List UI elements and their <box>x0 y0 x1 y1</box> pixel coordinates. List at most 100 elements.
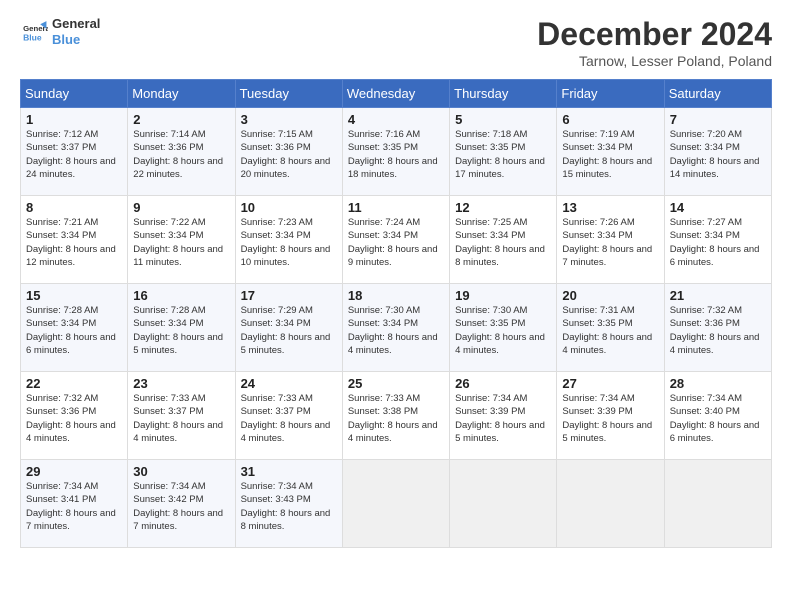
calendar-cell: 29Sunrise: 7:34 AMSunset: 3:41 PMDayligh… <box>21 460 128 548</box>
calendar-cell: 13Sunrise: 7:26 AMSunset: 3:34 PMDayligh… <box>557 196 664 284</box>
location: Tarnow, Lesser Poland, Poland <box>537 53 772 69</box>
calendar-cell: 8Sunrise: 7:21 AMSunset: 3:34 PMDaylight… <box>21 196 128 284</box>
header: General Blue General Blue December 2024 … <box>20 16 772 69</box>
calendar-cell: 23Sunrise: 7:33 AMSunset: 3:37 PMDayligh… <box>128 372 235 460</box>
calendar-cell <box>664 460 771 548</box>
day-info: Sunrise: 7:32 AMSunset: 3:36 PMDaylight:… <box>670 304 766 357</box>
title-area: December 2024 Tarnow, Lesser Poland, Pol… <box>537 16 772 69</box>
calendar-cell <box>557 460 664 548</box>
day-number: 14 <box>670 200 766 215</box>
day-info: Sunrise: 7:34 AMSunset: 3:40 PMDaylight:… <box>670 392 766 445</box>
logo-text: General Blue <box>52 16 100 47</box>
day-of-week-header: Monday <box>128 80 235 108</box>
day-number: 17 <box>241 288 337 303</box>
day-number: 11 <box>348 200 444 215</box>
day-number: 12 <box>455 200 551 215</box>
day-number: 16 <box>133 288 229 303</box>
day-info: Sunrise: 7:26 AMSunset: 3:34 PMDaylight:… <box>562 216 658 269</box>
calendar-cell: 3Sunrise: 7:15 AMSunset: 3:36 PMDaylight… <box>235 108 342 196</box>
day-of-week-header: Wednesday <box>342 80 449 108</box>
day-info: Sunrise: 7:25 AMSunset: 3:34 PMDaylight:… <box>455 216 551 269</box>
day-number: 26 <box>455 376 551 391</box>
day-number: 28 <box>670 376 766 391</box>
day-info: Sunrise: 7:14 AMSunset: 3:36 PMDaylight:… <box>133 128 229 181</box>
day-info: Sunrise: 7:21 AMSunset: 3:34 PMDaylight:… <box>26 216 122 269</box>
calendar-cell: 1Sunrise: 7:12 AMSunset: 3:37 PMDaylight… <box>21 108 128 196</box>
day-number: 21 <box>670 288 766 303</box>
calendar-week-row: 29Sunrise: 7:34 AMSunset: 3:41 PMDayligh… <box>21 460 772 548</box>
day-number: 18 <box>348 288 444 303</box>
day-number: 7 <box>670 112 766 127</box>
calendar-cell: 21Sunrise: 7:32 AMSunset: 3:36 PMDayligh… <box>664 284 771 372</box>
calendar-cell: 31Sunrise: 7:34 AMSunset: 3:43 PMDayligh… <box>235 460 342 548</box>
day-of-week-header: Sunday <box>21 80 128 108</box>
day-number: 13 <box>562 200 658 215</box>
logo: General Blue General Blue <box>20 16 100 47</box>
day-info: Sunrise: 7:34 AMSunset: 3:41 PMDaylight:… <box>26 480 122 533</box>
day-number: 10 <box>241 200 337 215</box>
day-info: Sunrise: 7:34 AMSunset: 3:39 PMDaylight:… <box>562 392 658 445</box>
day-info: Sunrise: 7:28 AMSunset: 3:34 PMDaylight:… <box>26 304 122 357</box>
calendar-body: 1Sunrise: 7:12 AMSunset: 3:37 PMDaylight… <box>21 108 772 548</box>
calendar-cell <box>450 460 557 548</box>
day-info: Sunrise: 7:34 AMSunset: 3:42 PMDaylight:… <box>133 480 229 533</box>
day-number: 5 <box>455 112 551 127</box>
day-number: 29 <box>26 464 122 479</box>
calendar-cell: 14Sunrise: 7:27 AMSunset: 3:34 PMDayligh… <box>664 196 771 284</box>
day-info: Sunrise: 7:16 AMSunset: 3:35 PMDaylight:… <box>348 128 444 181</box>
day-number: 6 <box>562 112 658 127</box>
calendar-cell: 16Sunrise: 7:28 AMSunset: 3:34 PMDayligh… <box>128 284 235 372</box>
calendar-week-row: 22Sunrise: 7:32 AMSunset: 3:36 PMDayligh… <box>21 372 772 460</box>
calendar-cell: 15Sunrise: 7:28 AMSunset: 3:34 PMDayligh… <box>21 284 128 372</box>
day-number: 9 <box>133 200 229 215</box>
calendar-week-row: 15Sunrise: 7:28 AMSunset: 3:34 PMDayligh… <box>21 284 772 372</box>
calendar-cell: 30Sunrise: 7:34 AMSunset: 3:42 PMDayligh… <box>128 460 235 548</box>
day-number: 20 <box>562 288 658 303</box>
logo-icon: General Blue <box>20 18 48 46</box>
day-of-week-header: Tuesday <box>235 80 342 108</box>
day-number: 1 <box>26 112 122 127</box>
calendar-cell: 24Sunrise: 7:33 AMSunset: 3:37 PMDayligh… <box>235 372 342 460</box>
day-info: Sunrise: 7:28 AMSunset: 3:34 PMDaylight:… <box>133 304 229 357</box>
day-number: 24 <box>241 376 337 391</box>
day-info: Sunrise: 7:33 AMSunset: 3:37 PMDaylight:… <box>133 392 229 445</box>
calendar-cell: 10Sunrise: 7:23 AMSunset: 3:34 PMDayligh… <box>235 196 342 284</box>
day-info: Sunrise: 7:19 AMSunset: 3:34 PMDaylight:… <box>562 128 658 181</box>
calendar-cell: 26Sunrise: 7:34 AMSunset: 3:39 PMDayligh… <box>450 372 557 460</box>
calendar-cell: 12Sunrise: 7:25 AMSunset: 3:34 PMDayligh… <box>450 196 557 284</box>
calendar-cell: 19Sunrise: 7:30 AMSunset: 3:35 PMDayligh… <box>450 284 557 372</box>
calendar-week-row: 8Sunrise: 7:21 AMSunset: 3:34 PMDaylight… <box>21 196 772 284</box>
calendar-cell: 5Sunrise: 7:18 AMSunset: 3:35 PMDaylight… <box>450 108 557 196</box>
day-of-week-header: Saturday <box>664 80 771 108</box>
day-info: Sunrise: 7:22 AMSunset: 3:34 PMDaylight:… <box>133 216 229 269</box>
day-number: 23 <box>133 376 229 391</box>
day-number: 22 <box>26 376 122 391</box>
day-info: Sunrise: 7:34 AMSunset: 3:43 PMDaylight:… <box>241 480 337 533</box>
day-info: Sunrise: 7:24 AMSunset: 3:34 PMDaylight:… <box>348 216 444 269</box>
day-number: 31 <box>241 464 337 479</box>
month-title: December 2024 <box>537 16 772 53</box>
calendar-cell: 20Sunrise: 7:31 AMSunset: 3:35 PMDayligh… <box>557 284 664 372</box>
calendar-table: SundayMondayTuesdayWednesdayThursdayFrid… <box>20 79 772 548</box>
calendar-cell: 17Sunrise: 7:29 AMSunset: 3:34 PMDayligh… <box>235 284 342 372</box>
calendar-cell: 25Sunrise: 7:33 AMSunset: 3:38 PMDayligh… <box>342 372 449 460</box>
calendar-cell: 6Sunrise: 7:19 AMSunset: 3:34 PMDaylight… <box>557 108 664 196</box>
day-info: Sunrise: 7:29 AMSunset: 3:34 PMDaylight:… <box>241 304 337 357</box>
day-info: Sunrise: 7:33 AMSunset: 3:37 PMDaylight:… <box>241 392 337 445</box>
day-info: Sunrise: 7:12 AMSunset: 3:37 PMDaylight:… <box>26 128 122 181</box>
day-info: Sunrise: 7:18 AMSunset: 3:35 PMDaylight:… <box>455 128 551 181</box>
day-of-week-header: Friday <box>557 80 664 108</box>
day-number: 30 <box>133 464 229 479</box>
calendar-cell <box>342 460 449 548</box>
calendar-cell: 18Sunrise: 7:30 AMSunset: 3:34 PMDayligh… <box>342 284 449 372</box>
day-info: Sunrise: 7:20 AMSunset: 3:34 PMDaylight:… <box>670 128 766 181</box>
day-number: 8 <box>26 200 122 215</box>
day-info: Sunrise: 7:30 AMSunset: 3:34 PMDaylight:… <box>348 304 444 357</box>
page: General Blue General Blue December 2024 … <box>0 0 792 612</box>
calendar-cell: 4Sunrise: 7:16 AMSunset: 3:35 PMDaylight… <box>342 108 449 196</box>
calendar-cell: 9Sunrise: 7:22 AMSunset: 3:34 PMDaylight… <box>128 196 235 284</box>
logo-line1: General <box>52 16 100 32</box>
day-info: Sunrise: 7:32 AMSunset: 3:36 PMDaylight:… <box>26 392 122 445</box>
calendar-cell: 7Sunrise: 7:20 AMSunset: 3:34 PMDaylight… <box>664 108 771 196</box>
svg-text:Blue: Blue <box>23 32 42 42</box>
